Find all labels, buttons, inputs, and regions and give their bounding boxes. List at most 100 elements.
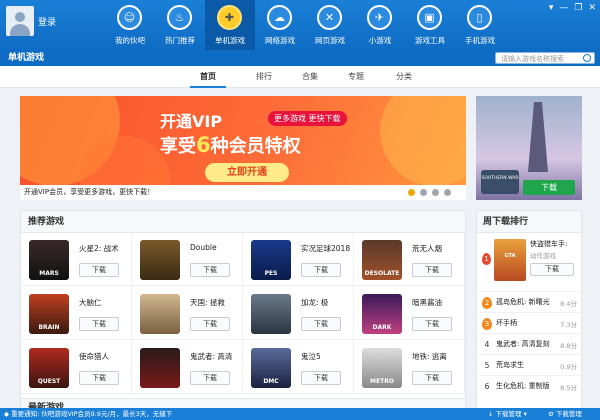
menu-icon[interactable]: ▾ — [549, 3, 554, 13]
game-thumbnail[interactable]: DESOLATE — [362, 240, 402, 280]
game-name[interactable]: 天国: 拯救 — [190, 297, 242, 308]
nav-item-2[interactable]: ✚ 单机游戏 — [205, 0, 255, 50]
ranking-row[interactable]: 2 孤岛危机: 新曙光 8.4分 — [477, 291, 581, 313]
game-thumbnail[interactable] — [140, 240, 180, 280]
game-name[interactable]: 加龙: 极 — [301, 297, 353, 308]
ranking-game-name[interactable]: 生化危机: 重制版 — [496, 381, 550, 391]
download-button[interactable]: 下载 — [301, 371, 341, 385]
search-placeholder: 请输入游戏名称搜索 — [501, 55, 564, 63]
game-name[interactable]: 暗黑酱油 — [412, 297, 464, 308]
tab-bar: 首页 排行 合集 专题 分类 — [0, 66, 600, 88]
nav-item-7[interactable]: ▯ 手机游戏 — [455, 0, 505, 50]
featured-download-button[interactable]: 下载 — [523, 180, 575, 195]
tab-0[interactable]: 首页 — [190, 66, 226, 88]
nav-item-label: 手机游戏 — [465, 36, 495, 45]
ranking-top-thumb[interactable]: GTA — [494, 239, 526, 281]
game-name[interactable]: 地铁: 逃离 — [412, 351, 464, 362]
game-name[interactable]: Double — [190, 243, 242, 252]
nav-item-3[interactable]: ☁ 网络游戏 — [255, 0, 305, 50]
download-button[interactable]: 下载 — [412, 371, 452, 385]
avatar-body-icon — [10, 24, 30, 36]
download-button[interactable]: 下载 — [301, 317, 341, 331]
download-button[interactable]: 下载 — [190, 371, 230, 385]
download-button[interactable]: 下载 — [412, 317, 452, 331]
game-thumbnail[interactable]: METRO — [362, 348, 402, 388]
game-card: DARK 暗黑酱油下载 — [354, 287, 465, 340]
user-icon: ☺ — [117, 5, 142, 30]
login-link[interactable]: 登录 — [38, 15, 56, 28]
ranking-game-name[interactable]: 坏手柄 — [496, 318, 517, 328]
game-name[interactable]: 荒无人烟 — [412, 243, 464, 254]
download-button[interactable]: 下载 — [79, 317, 119, 331]
rank-number: 5 — [484, 361, 490, 370]
game-card: DMC 鬼泣5 下载 — [243, 341, 354, 394]
tab-2[interactable]: 合集 — [292, 66, 328, 88]
download-button[interactable]: 下载 — [79, 263, 119, 277]
settings-link[interactable]: ⚙ 下载管理 — [548, 408, 582, 420]
download-button[interactable]: 下载 — [301, 263, 341, 277]
tab-1[interactable]: 排行 — [246, 66, 282, 88]
nav-item-5[interactable]: ✈ 小游戏 — [355, 0, 405, 50]
game-name[interactable]: 使命猎人 — [79, 351, 131, 362]
avatar[interactable] — [6, 6, 34, 36]
ranking-game-name[interactable]: 鬼武者: 高清复刻 — [496, 339, 550, 349]
ranking-top-name[interactable]: 侠盗猎车手: — [530, 239, 567, 249]
ranking-row[interactable]: 6 生化危机: 重制版 8.5分 — [477, 375, 581, 397]
featured-game[interactable]: SOUTHERN WAR 下载 — [476, 96, 582, 200]
minimize-icon[interactable]: — — [559, 3, 568, 13]
rank-number: 4 — [484, 340, 490, 349]
carousel-dot[interactable] — [408, 189, 415, 196]
download-button[interactable]: 下载 — [190, 263, 230, 277]
headline-post: 种会员特权 — [210, 136, 301, 157]
game-name[interactable]: 大脑仁 — [79, 297, 131, 308]
game-thumbnail[interactable] — [251, 294, 291, 334]
game-thumbnail[interactable]: BRAIN — [29, 294, 69, 334]
ranking-top-download-button[interactable]: 下载 — [530, 263, 574, 276]
status-bar: ◆ 重要通知: 伙吧游戏VIP会员9.9元/月，最长3天，无缝下 ↓ 下载管理 … — [0, 408, 600, 420]
game-name[interactable]: 鬼泣5 — [301, 351, 353, 362]
game-thumbnail[interactable]: DMC — [251, 348, 291, 388]
tab-3[interactable]: 专题 — [338, 66, 374, 88]
maximize-icon[interactable]: ❐ — [574, 3, 582, 13]
ranking-game-name[interactable]: 荒岛求生 — [496, 360, 524, 370]
game-thumbnail[interactable]: MARS — [29, 240, 69, 280]
nav-item-label: 小游戏 — [368, 36, 392, 45]
download-button[interactable]: 下载 — [79, 371, 119, 385]
ranking-game-name[interactable]: 孤岛危机: 新曙光 — [496, 297, 550, 307]
tab-4[interactable]: 分类 — [386, 66, 422, 88]
game-thumbnail[interactable]: PES — [251, 240, 291, 280]
carousel-dot[interactable] — [420, 189, 427, 196]
nav-item-1[interactable]: ♨ 热门推荐 — [155, 0, 205, 50]
download-button[interactable]: 下载 — [190, 317, 230, 331]
game-name[interactable]: 火星2: 战术 — [79, 243, 131, 254]
nav-item-6[interactable]: ▣ 游戏工具 — [405, 0, 455, 50]
search-input[interactable]: 请输入游戏名称搜索 — [495, 52, 595, 64]
featured-art — [528, 102, 548, 172]
search-icon[interactable] — [583, 54, 591, 62]
ranking-row[interactable]: 5 荒岛求生 0.9分 — [477, 354, 581, 376]
fire-icon: ♨ — [167, 5, 192, 30]
carousel-dot[interactable] — [432, 189, 439, 196]
nav-item-0[interactable]: ☺ 我的伙吧 — [105, 0, 155, 50]
game-card: DESOLATE 荒无人烟下载 — [354, 233, 465, 286]
ranking-row[interactable]: 4 鬼武者: 高清复刻 8.8分 — [477, 333, 581, 355]
open-vip-button[interactable]: 立即开通 — [205, 163, 289, 182]
game-thumbnail[interactable]: QUEST — [29, 348, 69, 388]
game-thumbnail[interactable] — [140, 348, 180, 388]
ranking-row[interactable]: 3 坏手柄 7.3分 — [477, 312, 581, 334]
carousel-dot[interactable] — [444, 189, 451, 196]
download-manager-link[interactable]: ↓ 下载管理 ▾ — [488, 408, 527, 420]
nav-item-4[interactable]: ✕ 网页游戏 — [305, 0, 355, 50]
game-thumbnail[interactable]: DARK — [362, 294, 402, 334]
game-name[interactable]: 鬼武者: 高清 — [190, 351, 242, 362]
game-card: QUEST 使命猎人下载 — [21, 341, 132, 394]
notice-text[interactable]: ◆ 重要通知: 伙吧游戏VIP会员9.9元/月，最长3天，无缝下 — [4, 408, 172, 420]
game-card: MARS 火星2: 战术 下载 — [21, 233, 132, 286]
ranking-title: 周下载排行 — [477, 211, 581, 233]
recommended-title: 推荐游戏 — [21, 211, 465, 233]
ranking-top-item[interactable]: 1 GTA 侠盗猎车手: 动作游戏 下载 — [477, 237, 581, 285]
download-button[interactable]: 下载 — [412, 263, 452, 277]
game-thumbnail[interactable] — [140, 294, 180, 334]
close-icon[interactable]: ✕ — [588, 3, 596, 13]
game-name[interactable]: 实况足球2018 — [301, 243, 353, 254]
